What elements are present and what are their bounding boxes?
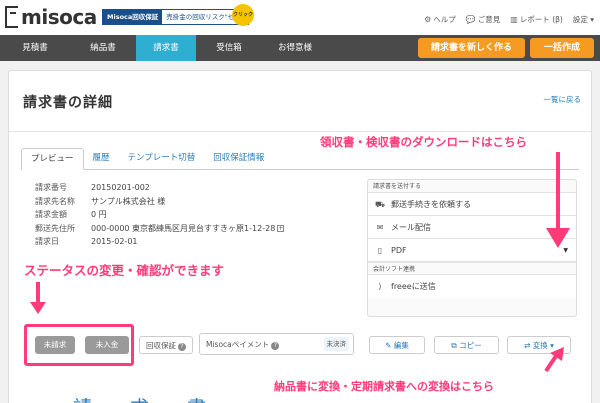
nav-estimates[interactable]: 見積書 <box>0 35 70 61</box>
info-row: 請求金額 0 円 <box>35 210 107 220</box>
truck-icon: ⛟ <box>375 199 386 209</box>
tab-guarantee-info[interactable]: 回収保証情報 <box>204 148 273 170</box>
info-row: 請求日 2015-02-01 <box>35 237 138 247</box>
misoca-payment-box[interactable]: Misocaペイメント? 未決済 <box>199 333 354 355</box>
edit-button[interactable]: ✎ 編集 <box>369 336 425 354</box>
bulk-create-button[interactable]: 一括作成 <box>530 38 594 58</box>
annotation-convert: 納品書に変換・定期請求書への変換はこちら <box>272 377 496 395</box>
tab-underline <box>21 169 579 170</box>
tab-template[interactable]: テンプレート切替 <box>119 148 205 170</box>
info-row: 請求番号 20150201-002 <box>35 183 150 193</box>
back-to-list-link[interactable]: 一覧に戻る <box>544 94 582 105</box>
top-links: ⚙ ヘルプ 💬 ご意見 ▥ レポート (β) 設定 ▾ <box>424 14 594 25</box>
annotation-status: ステータスの変更・確認ができます <box>22 259 227 280</box>
copy-icon: ⧉ <box>451 341 460 350</box>
divider <box>9 131 591 132</box>
settings-link[interactable]: 設定 ▾ <box>573 14 594 25</box>
annotation-arrow-down <box>546 152 570 248</box>
copy-button[interactable]: ⧉ コピー <box>434 336 499 354</box>
nav-inbox[interactable]: 受信箱 <box>196 35 262 61</box>
report-link[interactable]: ▥ レポート (β) <box>510 14 563 25</box>
invoice-preview-heading: 請 求 書 <box>73 393 222 403</box>
expand-address-icon[interactable]: + <box>277 224 285 232</box>
page-title: 請求書の詳細 <box>23 95 113 111</box>
status-highlight-box <box>24 324 134 366</box>
tab-preview[interactable]: プレビュー <box>21 148 84 170</box>
send-icon: ⟩ <box>378 282 382 291</box>
annotation-arrow-convert <box>544 347 564 373</box>
envelope-icon: ✉ <box>376 222 384 232</box>
annotation-receipt: 領収書・検収書のダウンロードはこちら <box>318 133 529 151</box>
help-icon: ? <box>271 342 280 350</box>
feedback-link[interactable]: 💬 ご意見 <box>466 14 500 25</box>
main-nav: 見積書 納品書 請求書 受信箱 お得意様 請求書を新しく作る 一括作成 <box>0 35 600 61</box>
info-row: 郵送先住所 000-0000 東京都練馬区月見台すすきヶ原1-12-28 + <box>35 223 285 233</box>
promo-tag: Misoca回収保証 <box>103 10 163 24</box>
new-invoice-button[interactable]: 請求書を新しく作る <box>418 38 525 58</box>
tab-history[interactable]: 履歴 <box>84 148 119 170</box>
info-row: 請求先名称 サンプル株式会社 様 <box>35 196 166 206</box>
gear-icon: ⚙ <box>424 15 432 24</box>
freee-item[interactable]: ⟩ freeeに送信 <box>368 275 576 298</box>
help-icon: ? <box>178 343 186 351</box>
document-icon: ▯ <box>377 245 383 255</box>
nav-invoices[interactable]: 請求書 <box>136 35 196 61</box>
chat-icon: 💬 <box>465 15 476 24</box>
nav-delivery-notes[interactable]: 納品書 <box>70 35 136 61</box>
annotation-arrow-status <box>30 282 46 314</box>
promo-banner[interactable]: Misoca回収保証 売掛金の回収リスク"ゼロ" <box>102 9 249 25</box>
payment-status-badge: 未決済 <box>323 337 349 351</box>
detail-tabs: プレビュー 履歴 テンプレート切替 回収保証情報 <box>21 148 273 170</box>
edit-icon: ✎ <box>385 341 394 350</box>
logo-mark-icon <box>5 6 18 28</box>
nav-clients[interactable]: お得意様 <box>262 35 328 61</box>
promo-click-badge[interactable]: クリック <box>232 4 254 26</box>
misoca-logo[interactable]: misoca <box>5 4 97 30</box>
top-header: misoca Misoca回収保証 売掛金の回収リスク"ゼロ" クリック ⚙ ヘル… <box>0 0 600 35</box>
guarantee-button[interactable]: 回収保証? <box>139 336 193 354</box>
help-link[interactable]: ⚙ ヘルプ <box>424 14 456 25</box>
accounting-heading: 会計ソフト連携 <box>368 262 576 275</box>
invoice-info: 請求番号 20150201-002 請求先名称 サンプル株式会社 様 請求金額 0 円… <box>35 181 285 249</box>
chart-icon: ▥ <box>510 15 518 24</box>
logo-text: misoca <box>21 5 97 29</box>
